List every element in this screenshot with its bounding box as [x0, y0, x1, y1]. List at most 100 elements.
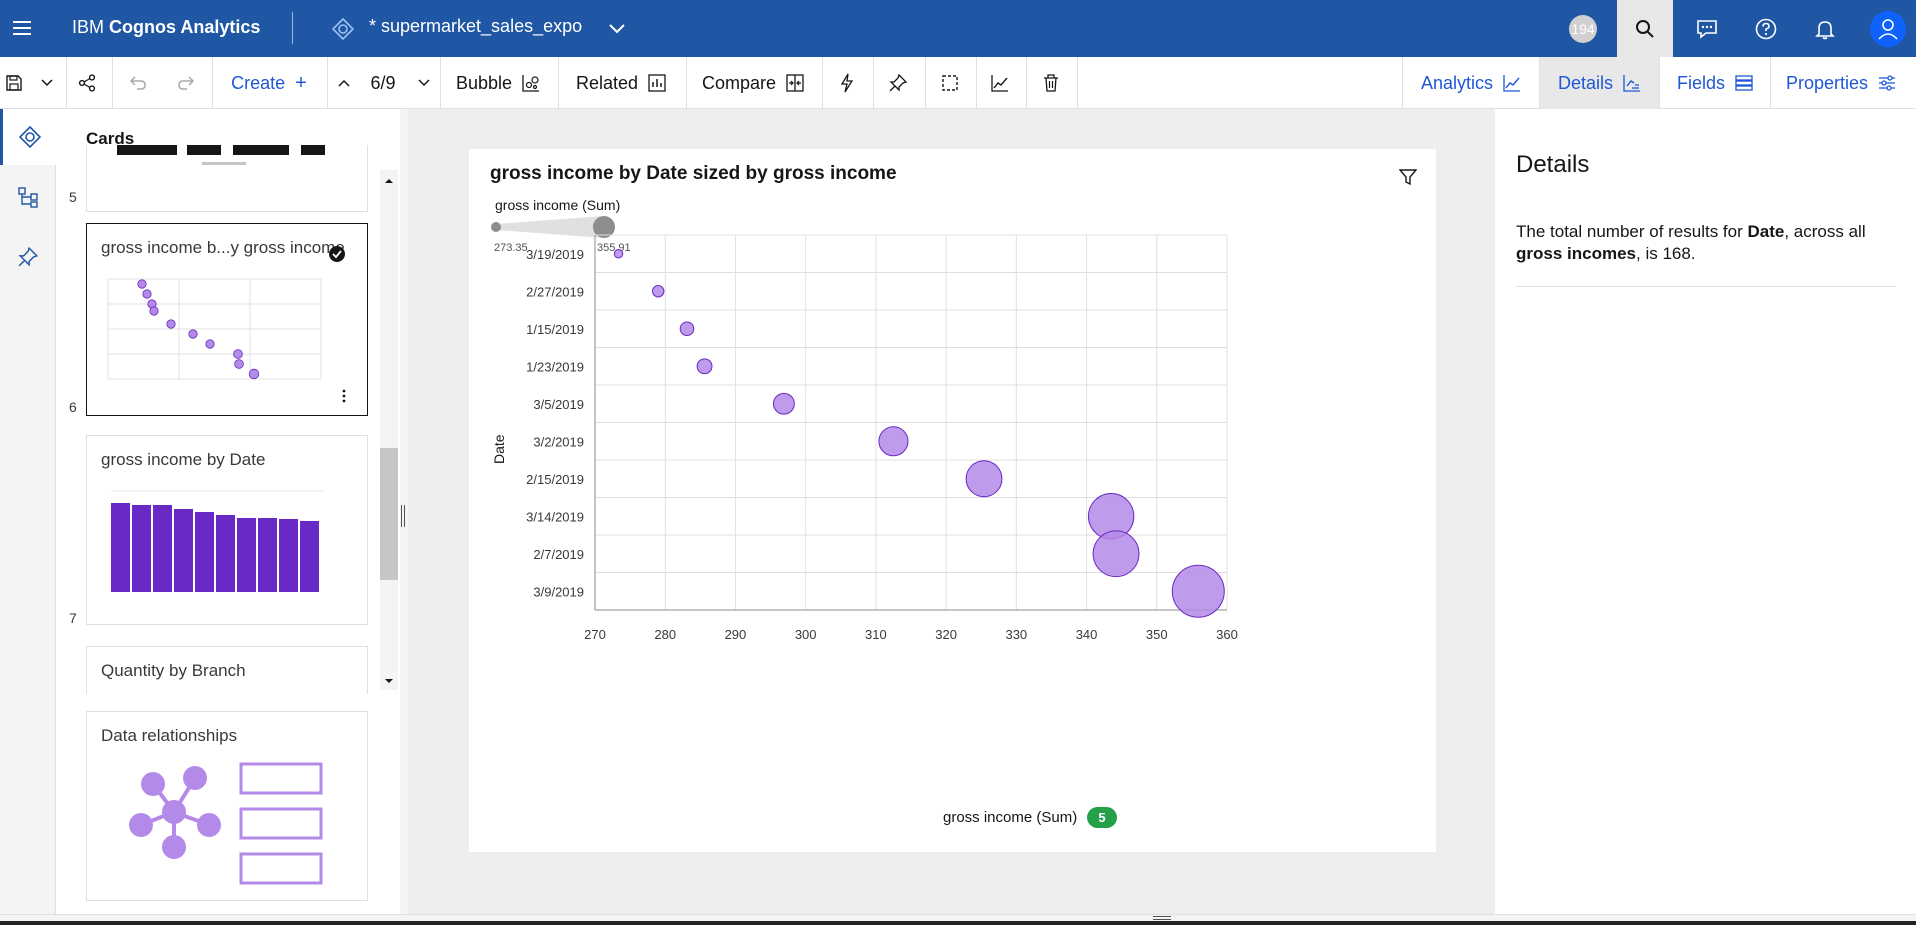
delete-button[interactable]	[1027, 57, 1075, 109]
bubble-point[interactable]	[772, 392, 795, 415]
visualization-type-button[interactable]: Bubble	[441, 57, 555, 109]
y-tick-label: 3/19/2019	[526, 247, 584, 262]
compare-label: Compare	[701, 72, 777, 93]
x-tick-label: 340	[1076, 627, 1098, 642]
pin-button[interactable]	[874, 57, 922, 109]
undo-button[interactable]	[116, 57, 160, 109]
chat-button[interactable]	[1679, 0, 1735, 57]
tab-details[interactable]: Details	[1540, 57, 1659, 109]
plus-icon: +	[295, 71, 307, 94]
rail-cards-button[interactable]	[0, 109, 56, 165]
compare-button[interactable]: Compare	[688, 57, 818, 109]
chart-card[interactable]: gross income by Date sized by gross inco…	[469, 149, 1436, 852]
overflow-menu-icon[interactable]	[341, 388, 347, 404]
bubble-point[interactable]	[1092, 530, 1140, 578]
bubble-point[interactable]	[965, 460, 1003, 498]
card-number: 7	[69, 610, 77, 626]
save-menu-chevron-icon[interactable]	[30, 57, 64, 109]
scroll-up-icon	[385, 179, 393, 183]
y-tick-label: 2/27/2019	[526, 284, 584, 299]
previous-card-button[interactable]	[330, 57, 358, 109]
card-7[interactable]: gross income by Date	[86, 435, 368, 625]
document-title[interactable]: * supermarket_sales_expo	[369, 16, 582, 37]
data-tree-icon	[18, 187, 38, 208]
help-button[interactable]	[1738, 0, 1794, 57]
card-title: gross income by Date	[101, 450, 266, 469]
y-tick-label: 2/7/2019	[533, 547, 584, 562]
bubble-point[interactable]	[696, 358, 713, 375]
relationships-diagram-icon	[129, 762, 323, 885]
bubble-point[interactable]	[679, 321, 695, 337]
chat-icon	[1697, 19, 1717, 39]
analytics-label: Analytics	[1420, 72, 1494, 93]
next-card-button[interactable]	[410, 57, 438, 109]
trend-button[interactable]	[976, 57, 1024, 109]
details-summary: The total number of results for Date, ac…	[1516, 222, 1866, 263]
share-icon	[78, 74, 96, 92]
viz-type-label: Bubble	[455, 72, 513, 93]
top-bar: IBM Cognos Analytics * supermarket_sales…	[0, 0, 1916, 57]
details-label: Details	[1557, 72, 1614, 93]
search-button[interactable]	[1617, 0, 1673, 57]
panel-resize-handle[interactable]	[401, 505, 405, 527]
x-tick-label: 270	[584, 627, 606, 642]
card-page-indicator: 6/9	[370, 72, 396, 93]
related-button[interactable]: Related	[560, 57, 682, 109]
cards-scrollbar[interactable]	[380, 170, 398, 690]
x-tick-label: 330	[1005, 627, 1027, 642]
scroll-down-icon	[385, 679, 393, 683]
share-button[interactable]	[66, 57, 108, 109]
y-tick-label: 3/2/2019	[533, 434, 584, 449]
sliders-icon	[1879, 75, 1896, 91]
card-quantity-by-branch[interactable]: Quantity by Branch	[86, 646, 368, 694]
y-tick-label: 3/14/2019	[526, 509, 584, 524]
create-label: Create	[231, 72, 286, 93]
menu-icon[interactable]	[8, 14, 36, 42]
left-rail	[0, 109, 56, 925]
marquee-select-icon	[942, 75, 958, 91]
cards-panel: Cards 5 gross income b...y gross income …	[56, 109, 400, 925]
card-6-thumbnail	[107, 278, 322, 380]
cards-scroll-thumb[interactable]	[380, 448, 398, 580]
save-button[interactable]	[0, 57, 28, 109]
help-icon	[1755, 18, 1777, 39]
select-area-button[interactable]	[926, 57, 974, 109]
card-data-relationships[interactable]: Data relationships	[86, 711, 368, 901]
bubble-chart[interactable]: 3/19/2019 2/27/2019 1/15/2019 1/23/2019 3/5/…	[469, 149, 1436, 852]
bottom-resize-handle[interactable]	[1153, 916, 1171, 920]
x-axis-label: gross income (Sum)	[943, 809, 1078, 826]
create-button[interactable]: Create +	[212, 57, 326, 109]
compare-icon	[786, 74, 804, 92]
card-5[interactable]	[86, 145, 368, 212]
app-brand: IBM Cognos Analytics	[72, 17, 261, 37]
bubble-point[interactable]	[613, 249, 624, 259]
card-6[interactable]: gross income b...y gross income	[86, 223, 368, 416]
toolbar: Create + 6/9 Bubble Related Compare Anal…	[0, 57, 1916, 109]
bubble-point[interactable]	[1171, 564, 1225, 618]
user-avatar-button[interactable]	[1860, 0, 1916, 57]
chevron-down-icon[interactable]	[604, 16, 630, 42]
avatar-icon	[1870, 10, 1906, 47]
chevron-up-icon	[338, 79, 350, 87]
properties-label: Properties	[1785, 72, 1869, 93]
rail-data-tree-button[interactable]	[0, 169, 56, 225]
analytics-icon	[1503, 75, 1521, 92]
redo-button[interactable]	[164, 57, 208, 109]
rail-pins-button[interactable]	[0, 229, 56, 285]
details-panel: Details The total number of results for …	[1495, 109, 1916, 914]
bubble-point[interactable]	[878, 426, 909, 457]
save-icon	[6, 75, 22, 91]
chevron-down-icon	[418, 79, 430, 87]
bubble-point[interactable]	[652, 285, 665, 298]
tab-analytics[interactable]: Analytics	[1403, 57, 1539, 109]
tab-fields[interactable]: Fields	[1660, 57, 1770, 109]
divider	[292, 12, 293, 44]
notifications-button[interactable]	[1797, 0, 1853, 57]
x-tick-label: 300	[795, 627, 817, 642]
related-label: Related	[575, 72, 639, 93]
dashboard-icon	[18, 126, 41, 148]
tab-properties[interactable]: Properties	[1771, 57, 1911, 109]
bottom-edge	[0, 921, 1916, 925]
insights-button[interactable]	[824, 57, 870, 109]
notification-count-badge: 194	[1568, 14, 1598, 44]
